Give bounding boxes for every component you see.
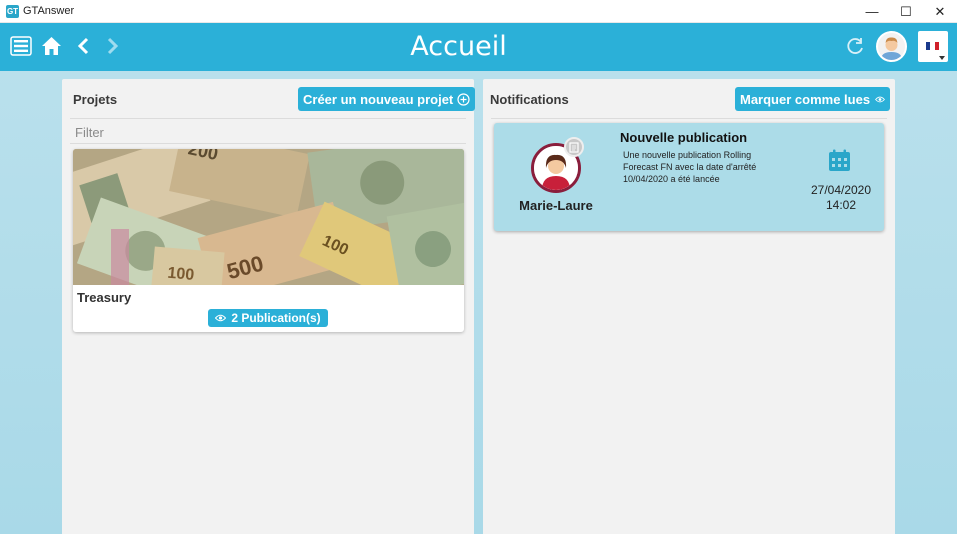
chevron-down-icon	[939, 56, 945, 60]
notification-body: Une nouvelle publication Rolling Forecas…	[623, 150, 757, 184]
projects-panel: Projets Créer un nouveau projet Filter 2…	[62, 79, 476, 534]
french-flag-icon	[926, 42, 939, 50]
user-avatar[interactable]	[876, 31, 907, 62]
notification-title: Nouvelle publication	[620, 130, 748, 145]
app-logo-icon: GT	[6, 4, 19, 18]
notification-datetime: 27/04/2020 14:02	[794, 183, 888, 213]
notifications-heading: Notifications	[490, 92, 569, 107]
mark-as-read-label: Marquer comme lues	[740, 91, 871, 107]
publications-badge[interactable]: 2 Publication(s)	[208, 309, 328, 327]
create-project-button[interactable]: Créer un nouveau projet	[298, 87, 476, 111]
eye-icon	[875, 96, 886, 102]
document-icon	[564, 137, 584, 157]
close-button[interactable]: ✕	[923, 0, 957, 23]
calendar-icon	[828, 149, 851, 177]
language-selector[interactable]	[918, 31, 948, 62]
svg-text:100: 100	[167, 265, 195, 284]
divider	[491, 118, 887, 119]
notification-time: 14:02	[825, 198, 857, 212]
notification-item[interactable]: Marie-Laure Nouvelle publication Une nou…	[494, 123, 884, 231]
notification-author: Marie-Laure	[519, 198, 593, 213]
projects-heading: Projets	[73, 92, 118, 107]
create-project-label: Créer un nouveau projet	[303, 91, 454, 107]
publications-count: 2 Publication(s)	[231, 311, 321, 325]
maximize-button[interactable]: ☐	[889, 0, 923, 23]
eye-icon	[215, 314, 227, 322]
divider	[70, 143, 466, 144]
page-title: Accueil	[410, 31, 507, 62]
window-titlebar: GT GTAnswer — ☐ ✕	[0, 0, 957, 23]
divider	[70, 118, 466, 119]
window-controls: — ☐ ✕	[855, 0, 957, 23]
refresh-icon[interactable]	[845, 36, 865, 56]
project-name: Treasury	[77, 290, 132, 305]
app-header: Accueil	[0, 23, 957, 71]
project-card-treasury[interactable]: 200 500 100 100 Treasury 2 Publication(s…	[73, 149, 464, 332]
notifications-panel: Notifications Marquer comme lues Marie-L…	[483, 79, 895, 534]
notification-date: 27/04/2020	[810, 183, 872, 197]
app-name: GTAnswer	[23, 5, 75, 17]
plus-circle-icon	[457, 92, 470, 106]
project-image: 200 500 100 100	[73, 149, 464, 285]
mark-as-read-button[interactable]: Marquer comme lues	[735, 87, 891, 111]
minimize-button[interactable]: —	[855, 0, 889, 23]
filter-input[interactable]: Filter	[75, 125, 104, 140]
